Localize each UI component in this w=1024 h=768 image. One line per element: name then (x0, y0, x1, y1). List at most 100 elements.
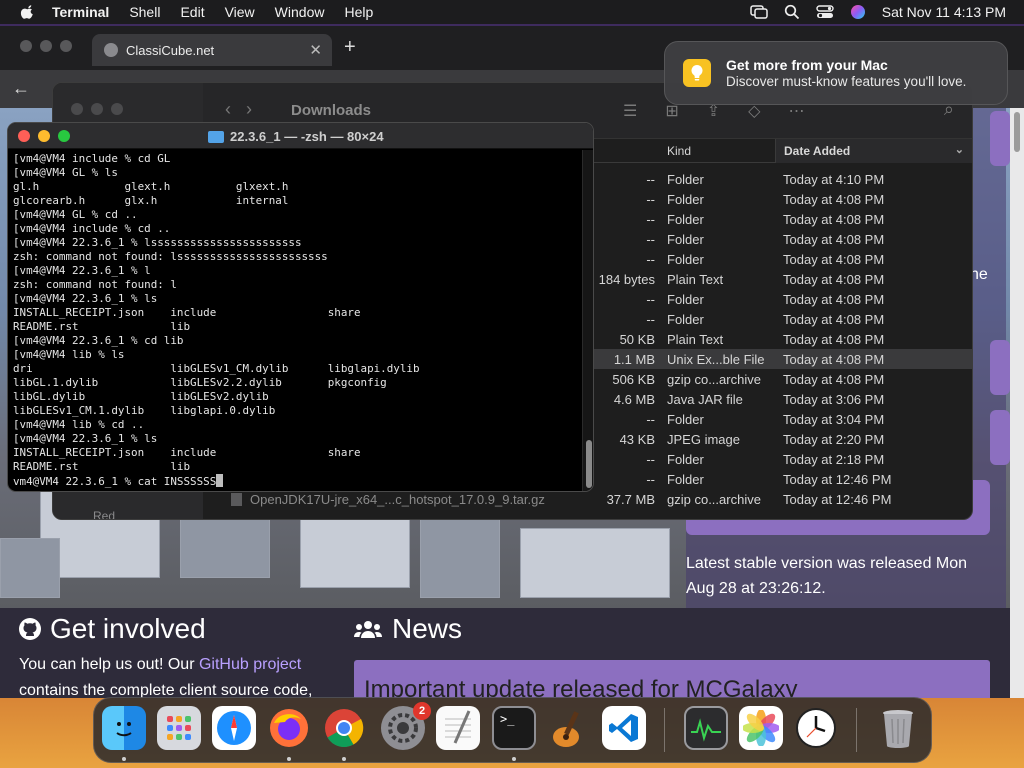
file-kind: Folder (667, 212, 704, 227)
finder-file-row[interactable]: OpenJDK17U-jre_x64_...c_hotspot_17.0.9_9… (203, 489, 972, 509)
purple-card (990, 111, 1010, 166)
get-involved-heading: Get involved (18, 613, 206, 645)
file-kind: Plain Text (667, 272, 724, 287)
terminal-line: zsh: command not found: lsssssssssssssss… (13, 250, 328, 263)
file-size: 50 KB (619, 332, 655, 347)
menu-app-name[interactable]: Terminal (52, 4, 109, 20)
terminal-line: [vm4@VM4 22.3.6_1 % lsssssssssssssssssss… (13, 236, 302, 249)
news-card[interactable]: Important update released for MCGalaxy (354, 660, 990, 698)
file-date-added: Today at 4:08 PM (783, 312, 885, 327)
terminal-line: zsh: command not found: l (13, 278, 177, 291)
dock-clock-icon[interactable] (794, 706, 838, 750)
terminal-zoom-button[interactable] (58, 130, 70, 142)
siri-icon[interactable] (850, 4, 866, 20)
terminal-line: [vm4@VM4 GL % ls (13, 166, 118, 179)
menu-bar-clock[interactable]: Sat Nov 11 4:13 PM (882, 4, 1006, 20)
notification-title: Get more from your Mac (726, 57, 888, 73)
finder-zoom-dot[interactable] (111, 103, 123, 115)
dock-firefox-icon[interactable] (267, 706, 311, 750)
terminal-line: gl.h glext.h glxext.h (13, 180, 289, 193)
dock-photos-icon[interactable] (739, 706, 783, 750)
purple-card (990, 340, 1010, 395)
menu-view[interactable]: View (225, 4, 255, 20)
web-scrollbar-thumb[interactable] (1014, 112, 1020, 152)
notification-banner[interactable]: Get more from your Mac Discover must-kno… (664, 41, 1008, 105)
browser-zoom-dot[interactable] (60, 40, 72, 52)
menu-window[interactable]: Window (275, 4, 325, 20)
terminal-line: [vm4@VM4 22.3.6_1 % cd lib (13, 334, 184, 347)
terminal-line: [vm4@VM4 lib % ls (13, 348, 125, 361)
github-project-link[interactable]: GitHub project (199, 656, 301, 673)
column-kind[interactable]: Kind (667, 144, 691, 158)
tab-close-icon[interactable]: ✕ (309, 41, 322, 59)
file-size: -- (646, 172, 655, 187)
terminal-line: INSTALL_RECEIPT.json include share (13, 446, 361, 459)
menu-help[interactable]: Help (344, 4, 373, 20)
dock-garageband-icon[interactable] (547, 706, 591, 750)
finder-title: Downloads (291, 102, 372, 119)
file-date-added: Today at 4:08 PM (783, 292, 885, 307)
finder-nav-arrows-icon[interactable]: ‹ › (225, 99, 252, 120)
file-date-added: Today at 2:18 PM (783, 452, 885, 467)
screen-mirroring-icon[interactable] (750, 5, 768, 19)
file-size: 506 KB (612, 372, 655, 387)
list-view-icon[interactable]: ☰ (623, 101, 637, 121)
dock-running-indicator (512, 757, 516, 761)
file-size: -- (646, 452, 655, 467)
terminal-line: libGLESv1_CM.1.dylib libglapi.0.dylib (13, 404, 276, 417)
get-involved-title: Get involved (50, 613, 206, 644)
new-tab-button[interactable]: + (344, 36, 356, 59)
get-involved-text: You can help us out! Our GitHub project … (19, 652, 339, 698)
file-size: -- (646, 232, 655, 247)
column-date-added[interactable]: Date Added ⌄ (775, 139, 972, 163)
browser-tab-classicube[interactable]: ClassiCube.net ✕ (92, 34, 332, 66)
terminal-scrollbar-thumb[interactable] (586, 440, 592, 488)
menu-shell[interactable]: Shell (129, 4, 160, 20)
dock-trash-icon[interactable] (876, 706, 920, 750)
dock-activity-monitor-icon[interactable] (684, 706, 728, 750)
file-kind: gzip co...archive (667, 372, 761, 387)
building-shape (520, 528, 670, 598)
apple-menu-icon[interactable] (18, 5, 38, 19)
involved-text-part: You can help us out! Our (19, 656, 199, 673)
file-date-added: Today at 4:10 PM (783, 172, 885, 187)
browser-minimize-dot[interactable] (40, 40, 52, 52)
dock-separator (856, 708, 857, 752)
finder-minimize-dot[interactable] (91, 103, 103, 115)
terminal-line: [vm4@VM4 22.3.6_1 % l (13, 264, 151, 277)
dock-terminal-icon[interactable]: >_ (492, 706, 536, 750)
dock-launchpad-icon[interactable] (157, 706, 201, 750)
terminal-minimize-button[interactable] (38, 130, 50, 142)
dock-textedit-icon[interactable] (436, 706, 480, 750)
web-scrollbar[interactable] (1010, 108, 1024, 698)
dock-safari-icon[interactable] (212, 706, 256, 750)
spotlight-search-icon[interactable] (784, 4, 800, 20)
terminal-output[interactable]: [vm4@VM4 include % cd GL [vm4@VM4 GL % l… (13, 152, 578, 489)
file-name: OpenJDK17U-jre_x64_...c_hotspot_17.0.9_9… (231, 492, 545, 507)
finder-close-dot[interactable] (71, 103, 83, 115)
sidebar-tag-red[interactable]: Red (93, 509, 115, 519)
file-kind: Folder (667, 252, 704, 267)
news-headline[interactable]: Important update released for MCGalaxy (364, 676, 798, 698)
terminal-close-button[interactable] (18, 130, 30, 142)
file-size: 4.6 MB (613, 392, 655, 407)
file-date-added: Today at 4:08 PM (783, 212, 885, 227)
file-date-added: Today at 4:08 PM (783, 192, 885, 207)
control-center-icon[interactable] (816, 5, 834, 19)
dock-finder-icon[interactable] (102, 706, 146, 750)
file-size: 43 KB (619, 432, 655, 447)
github-icon (19, 618, 41, 640)
file-size: 184 bytes (598, 272, 655, 287)
dock-separator (664, 708, 665, 752)
dock-vscode-icon[interactable] (602, 706, 646, 750)
folder-icon (208, 130, 224, 143)
file-date-added: Today at 4:08 PM (783, 372, 885, 387)
browser-close-dot[interactable] (20, 40, 32, 52)
file-size: -- (646, 292, 655, 307)
dock-chrome-icon[interactable] (322, 706, 366, 750)
back-arrow-icon[interactable]: ← (12, 78, 30, 99)
browser-window-controls (20, 40, 72, 52)
menu-edit[interactable]: Edit (180, 4, 204, 20)
terminal-scrollbar[interactable] (582, 150, 593, 491)
terminal-line: glcorearb.h glx.h internal (13, 194, 289, 207)
